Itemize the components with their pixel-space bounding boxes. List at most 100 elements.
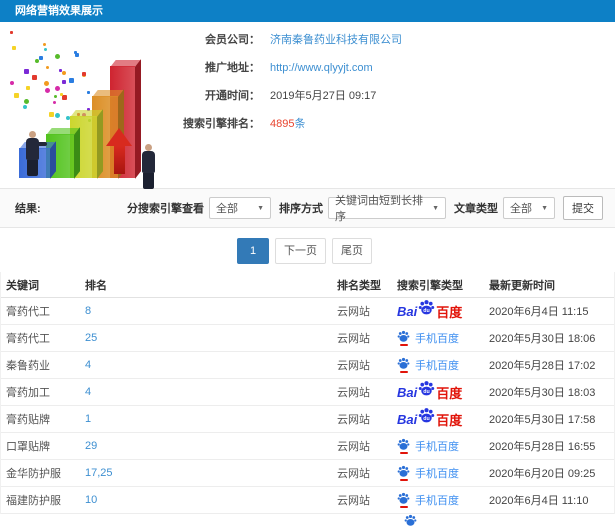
updated-cell: 2020年6月20日 09:25 bbox=[489, 459, 614, 487]
info-row-3: 搜索引擎排名： 4895条 bbox=[178, 118, 608, 131]
rank-link[interactable]: 10 bbox=[85, 486, 337, 514]
confetti-dot bbox=[55, 113, 60, 118]
baidu-mobile-icon bbox=[397, 357, 410, 373]
baidu-mobile-label: 手机百度 bbox=[415, 441, 459, 453]
engine-select-value: 全部 bbox=[216, 203, 238, 215]
rank-count-unit: 条 bbox=[294, 118, 306, 130]
baidu-mobile-underline bbox=[399, 479, 408, 481]
engine-filter-label: 分搜索引擎查看 bbox=[127, 203, 204, 215]
baidu-logo-text: Bai bbox=[397, 384, 418, 400]
baidu-mobile-logo[interactable]: 手机百度 bbox=[397, 357, 459, 373]
updated-cell: 2020年5月28日 17:02 bbox=[489, 351, 614, 379]
confetti-dot bbox=[55, 86, 60, 91]
baidu-mobile-logo[interactable]: 手机百度 bbox=[397, 438, 459, 454]
table-row: 秦鲁药业 4 云网站 手机百度 2020年5月28日 17:02 bbox=[1, 351, 614, 379]
keyword-cell: 秦鲁药业 bbox=[1, 351, 85, 379]
submit-button[interactable]: 提交 bbox=[563, 196, 603, 220]
baidu-logo-cn: 百度 bbox=[436, 385, 463, 401]
rank-type-cell: 云网站 bbox=[337, 297, 397, 325]
rank-link[interactable]: 4 bbox=[85, 378, 337, 406]
baidu-mobile-logo[interactable]: 手机百度 bbox=[397, 492, 459, 508]
header-updated: 最新更新时间 bbox=[489, 272, 614, 298]
info-value[interactable]: 济南秦鲁药业科技有限公司 bbox=[270, 34, 402, 47]
engine-cell: 手机百度 bbox=[397, 459, 489, 487]
confetti-dot bbox=[12, 46, 16, 50]
table-row: 金华防护服 17,25 云网站 手机百度 2020年6月20日 09:25 bbox=[1, 459, 614, 487]
chevron-down-icon: ▼ bbox=[541, 204, 548, 212]
baidu-paw-icon: du bbox=[418, 299, 435, 319]
info-label: 开通时间： bbox=[205, 90, 260, 102]
businessman-right bbox=[142, 144, 155, 189]
engine-select[interactable]: 全部 ▼ bbox=[209, 197, 271, 219]
confetti-dot bbox=[39, 56, 43, 60]
sort-select[interactable]: 关键词由短到长排序 ▼ bbox=[328, 195, 446, 223]
article-type-select[interactable]: 全部 ▼ bbox=[503, 197, 555, 219]
info-label: 会员公司： bbox=[205, 34, 260, 46]
page-1-button[interactable]: 1 bbox=[237, 238, 269, 264]
marketing-chart-illustration bbox=[6, 28, 176, 189]
confetti-dot bbox=[62, 71, 66, 75]
header-engine-type: 搜索引擎类型 bbox=[397, 272, 489, 298]
updated-cell: 2020年5月28日 16:55 bbox=[489, 432, 614, 460]
rank-link[interactable]: 4 bbox=[85, 351, 337, 379]
baidu-paw-icon bbox=[397, 438, 410, 450]
rank-type-cell: 云网站 bbox=[337, 432, 397, 460]
keyword-cell: 膏药代工 bbox=[1, 324, 85, 352]
rank-link[interactable]: 1 bbox=[85, 405, 337, 433]
table-header-row: 关键词 排名 排名类型 搜索引擎类型 最新更新时间 bbox=[1, 272, 614, 298]
confetti-dot bbox=[69, 78, 74, 83]
confetti-dot bbox=[23, 105, 27, 109]
svg-text:du: du bbox=[423, 308, 429, 314]
baidu-mobile-logo[interactable]: 手机百度 bbox=[397, 465, 459, 481]
table-row: 膏药代工 25 云网站 手机百度 2020年5月30日 18:06 bbox=[1, 324, 614, 352]
confetti-dot bbox=[60, 93, 63, 96]
keyword-ranking-table: 关键词 排名 排名类型 搜索引擎类型 最新更新时间 膏药代工 8 云网站 Bai du 百… bbox=[1, 272, 614, 514]
rank-link[interactable]: 8 bbox=[85, 297, 337, 325]
next-page-button[interactable]: 下一页 bbox=[275, 238, 326, 264]
engine-cell: 手机百度 bbox=[397, 324, 489, 352]
confetti-dot bbox=[35, 59, 39, 63]
keyword-cell: 膏药贴牌 bbox=[1, 405, 85, 433]
confetti-dot bbox=[53, 101, 56, 104]
baidu-logo[interactable]: Bai du 百度 bbox=[397, 299, 463, 321]
rank-type-cell: 云网站 bbox=[337, 486, 397, 514]
table-row: 膏药贴牌 1 云网站 Bai du 百度 2020年5月30日 17:58 bbox=[1, 405, 614, 433]
confetti-dot bbox=[32, 75, 37, 80]
info-row-1: 推广地址： http://www.qlyyjt.com bbox=[178, 62, 608, 75]
baidu-mobile-icon bbox=[397, 330, 410, 346]
baidu-paw-icon bbox=[397, 357, 410, 369]
info-row-0: 会员公司： 济南秦鲁药业科技有限公司 bbox=[178, 34, 608, 47]
partial-next-row bbox=[404, 514, 417, 532]
keyword-cell: 金华防护服 bbox=[1, 459, 85, 487]
confetti-dot bbox=[62, 95, 67, 100]
engine-cell: 手机百度 bbox=[397, 486, 489, 514]
baidu-paw-icon: du bbox=[418, 380, 435, 400]
confetti-dot bbox=[75, 53, 79, 57]
rank-link[interactable]: 29 bbox=[85, 432, 337, 460]
rank-type-cell: 云网站 bbox=[337, 324, 397, 352]
info-label: 搜索引擎排名： bbox=[183, 118, 260, 130]
baidu-mobile-underline bbox=[399, 506, 408, 508]
baidu-logo[interactable]: Bai du 百度 bbox=[397, 408, 462, 429]
confetti-dot bbox=[26, 86, 30, 90]
confetti-dot bbox=[24, 69, 29, 74]
baidu-logo-cn: 百度 bbox=[436, 304, 463, 320]
keyword-cell: 口罩贴牌 bbox=[1, 432, 85, 460]
confetti-dot bbox=[49, 112, 54, 117]
baidu-mobile-logo[interactable]: 手机百度 bbox=[397, 330, 459, 346]
rank-link[interactable]: 25 bbox=[85, 324, 337, 352]
rank-type-cell: 云网站 bbox=[337, 378, 397, 406]
confetti-dot bbox=[44, 81, 49, 86]
baidu-mobile-underline bbox=[399, 452, 408, 454]
filter-controls: 分搜索引擎查看 全部 ▼ 排序方式 关键词由短到长排序 ▼ 文章类型 全部 ▼ … bbox=[119, 195, 615, 223]
baidu-logo-text: Bai bbox=[397, 303, 418, 319]
baidu-mobile-label: 手机百度 bbox=[415, 495, 459, 507]
results-table-container: 关键词 排名 排名类型 搜索引擎类型 最新更新时间 膏药代工 8 云网站 Bai du 百… bbox=[0, 272, 615, 514]
baidu-logo[interactable]: Bai du 百度 bbox=[397, 380, 463, 402]
rank-count-value: 4895 bbox=[270, 118, 295, 130]
rank-link[interactable]: 17,25 bbox=[85, 459, 337, 487]
window-title-bar: 网络营销效果展示 bbox=[0, 0, 615, 22]
last-page-button[interactable]: 尾页 bbox=[332, 238, 372, 264]
info-value[interactable]: http://www.qlyyjt.com bbox=[270, 62, 373, 75]
growth-arrow-icon bbox=[106, 128, 132, 176]
